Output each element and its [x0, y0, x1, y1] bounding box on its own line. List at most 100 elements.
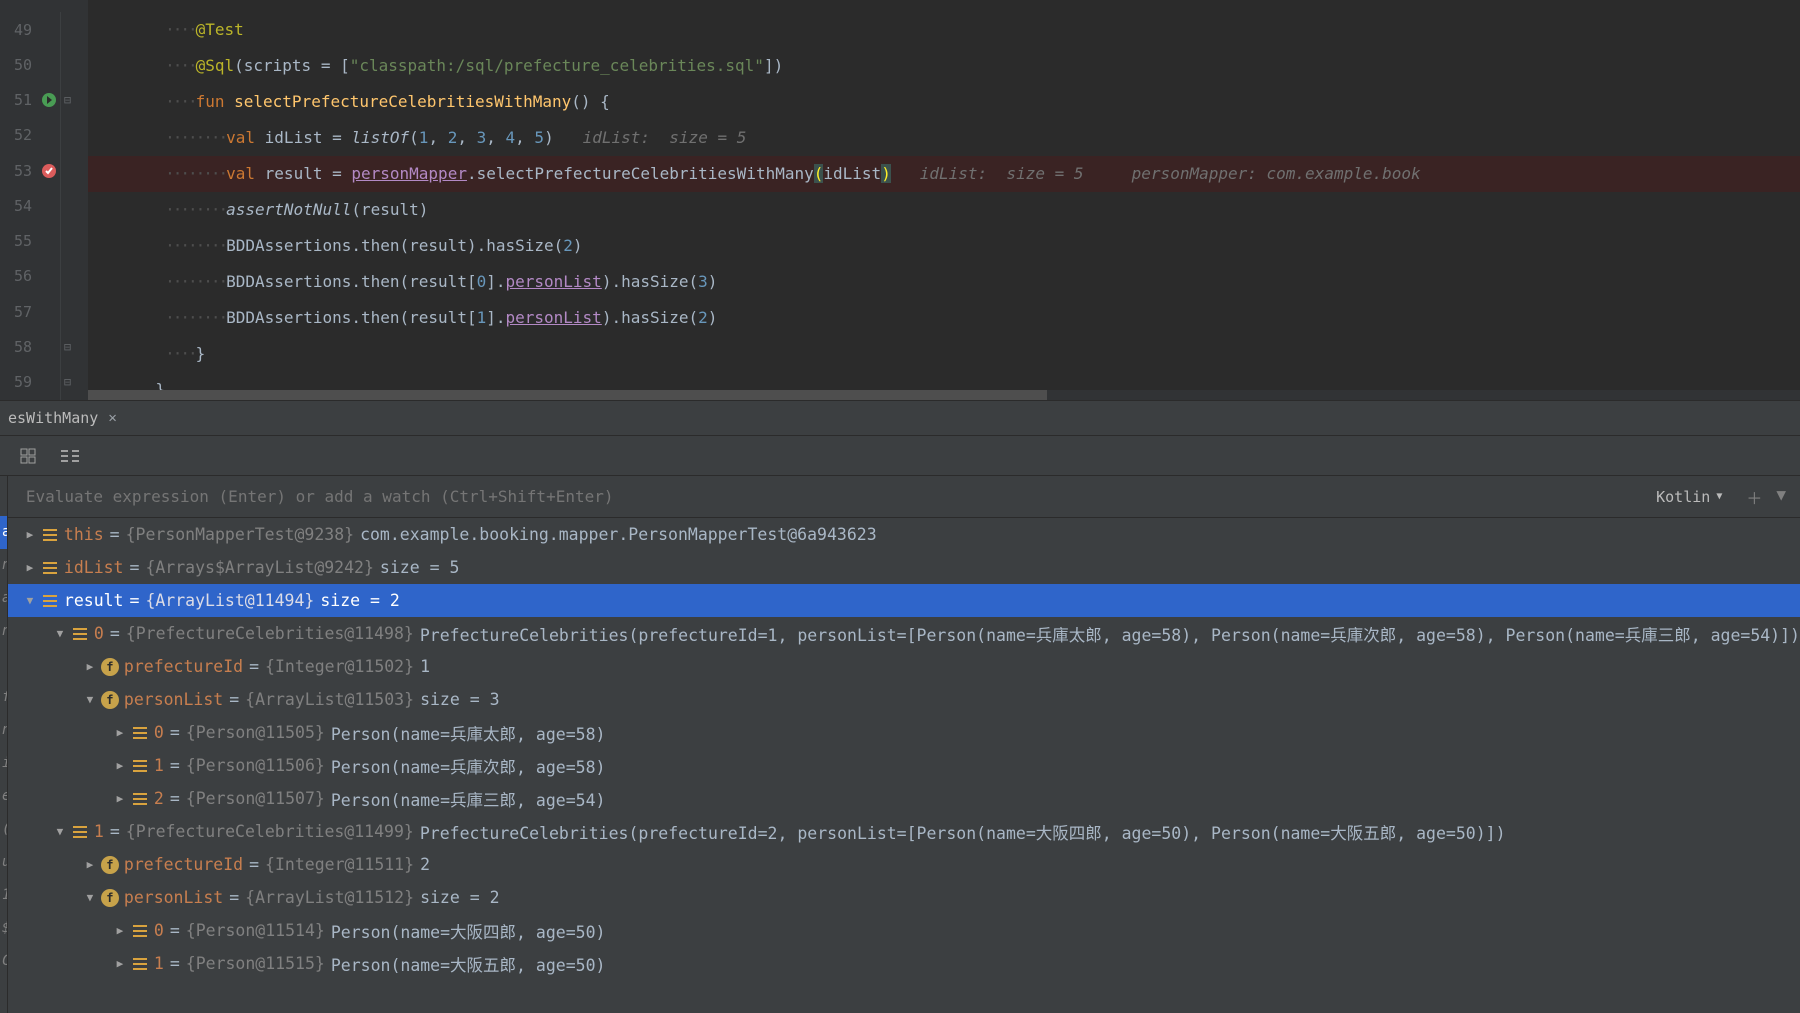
fold-icon[interactable]: ⊟ [64, 375, 71, 389]
language-selector[interactable]: Kotlin ▼ [1646, 488, 1732, 506]
gutter-row[interactable]: 53 [0, 153, 88, 188]
debug-tab[interactable]: esWithMany ✕ [0, 401, 129, 435]
code-line[interactable]: ····fun selectPrefectureCelebritiesWithM… [88, 84, 1800, 120]
frames-pane[interactable]: ▾ ▾ apperTnal.refleal.reflenternal.form.… [0, 476, 7, 1013]
close-icon[interactable]: ✕ [108, 410, 116, 426]
variables-tree[interactable]: ▶this = {PersonMapperTest@9238} com.exam… [8, 518, 1800, 1013]
editor-gutter: 495051⊟52535455565758⊟59⊟ [0, 0, 88, 400]
stack-frame[interactable]: unit.jup [0, 846, 7, 879]
grid-view-icon[interactable] [18, 446, 38, 466]
variables-pane: Evaluate expression (Enter) or add a wat… [7, 476, 1800, 1013]
thread-view-icon[interactable] [60, 446, 80, 466]
line-number: 58 [4, 338, 32, 356]
add-watch-icon[interactable]: ＋ [1746, 485, 1762, 509]
editor-horizontal-scrollbar[interactable] [88, 390, 1800, 400]
code-editor[interactable]: 495051⊟52535455565758⊟59⊟ ····@Test ····… [0, 0, 1800, 400]
variable-row[interactable]: ▶0 = {Person@11505} Person(name=兵庫太郎, ag… [8, 716, 1800, 749]
stack-frame[interactable]: ingInvo [0, 747, 7, 780]
stack-frame[interactable]: al.refle [0, 582, 7, 615]
stack-frame[interactable]: (org.jun [0, 813, 7, 846]
variable-type: {Arrays$ArrayList@9242} [145, 558, 373, 577]
stack-frame[interactable]: form.co [0, 681, 7, 714]
gutter-row[interactable]: 49 [0, 12, 88, 47]
gutter-row[interactable]: 59⊟ [0, 365, 88, 400]
line-number: 49 [4, 21, 32, 39]
stack-frame[interactable]: 13/0x00 [0, 879, 7, 912]
code-area[interactable]: ····@Test ····@Sql(scripts = ["classpath… [88, 0, 1800, 400]
variable-row[interactable]: ▶this = {PersonMapperTest@9238} com.exam… [8, 518, 1800, 551]
object-icon [130, 756, 150, 776]
gutter-row[interactable]: 58 ⊟ [0, 329, 88, 364]
variable-value: size = 2 [420, 888, 499, 907]
variable-row[interactable]: ▶1 = {Person@11515} Person(name=大阪五郎, ag… [8, 947, 1800, 980]
gutter-row[interactable]: 50 [0, 47, 88, 82]
line-number: 52 [4, 126, 32, 144]
variable-row[interactable]: ▼0 = {PrefectureCelebrities@11498} Prefe… [8, 617, 1800, 650]
code-line[interactable]: ········assertNotNull(result) [88, 192, 1800, 228]
variable-value: Person(name=兵庫次郎, age=58) [331, 754, 606, 778]
variable-name: personList [124, 690, 223, 709]
expand-icon[interactable]: ▶ [110, 792, 130, 805]
expand-icon[interactable]: ▶ [20, 561, 40, 574]
evaluate-expression-input[interactable]: Evaluate expression (Enter) or add a wat… [8, 487, 1646, 506]
variable-type: {ArrayList@11512} [245, 888, 414, 907]
chevron-down-icon[interactable]: ▼ [1776, 485, 1786, 509]
stack-frame[interactable]: engine [0, 780, 7, 813]
stack-frame[interactable] [0, 648, 7, 681]
scrollbar-thumb[interactable] [88, 390, 1047, 400]
fold-icon[interactable]: ⊟ [64, 93, 71, 107]
variable-value: 2 [420, 855, 430, 874]
gutter-row[interactable]: 57 [0, 294, 88, 329]
expand-icon[interactable]: ▼ [20, 594, 40, 607]
variable-row[interactable]: ▶idList = {Arrays$ArrayList@9242} size =… [8, 551, 1800, 584]
variable-row[interactable]: ▶fprefectureId = {Integer@11511} 2 [8, 848, 1800, 881]
expand-icon[interactable]: ▶ [20, 528, 40, 541]
variable-value: com.example.booking.mapper.PersonMapperT… [360, 525, 877, 544]
gutter-row[interactable]: 54 [0, 188, 88, 223]
variable-row[interactable]: ▶2 = {Person@11507} Person(name=兵庫三郎, ag… [8, 782, 1800, 815]
expand-icon[interactable]: ▼ [50, 825, 70, 838]
expand-icon[interactable]: ▶ [110, 924, 130, 937]
code-line[interactable]: ········val result = personMapper.select… [88, 156, 1800, 192]
expand-icon[interactable]: ▶ [110, 957, 130, 970]
field-icon: f [100, 657, 120, 677]
stack-frame[interactable]: apperT [0, 516, 7, 549]
expand-icon[interactable]: ▶ [110, 726, 130, 739]
variable-value: size = 3 [420, 690, 499, 709]
variable-row[interactable]: ▼fpersonList = {ArrayList@11503} size = … [8, 683, 1800, 716]
gutter-row[interactable]: 55 [0, 224, 88, 259]
gutter-row[interactable]: 52 [0, 118, 88, 153]
stack-frame[interactable]: $Reflec [0, 912, 7, 945]
variable-row[interactable]: ▼result = {ArrayList@11494} size = 2 [8, 584, 1800, 617]
variable-row[interactable]: ▶1 = {Person@11506} Person(name=兵庫次郎, ag… [8, 749, 1800, 782]
code-line[interactable]: ········BDDAssertions.then(result[1].per… [88, 300, 1800, 336]
gutter-row[interactable]: 51 ⊟ [0, 83, 88, 118]
stack-frame[interactable]: Call$$I [0, 945, 7, 978]
expand-icon[interactable]: ▼ [80, 693, 100, 706]
code-line[interactable]: ········BDDAssertions.then(result[0].per… [88, 264, 1800, 300]
expand-icon[interactable]: ▼ [80, 891, 100, 904]
object-icon [130, 921, 150, 941]
expand-icon[interactable]: ▶ [80, 858, 100, 871]
variable-row[interactable]: ▶0 = {Person@11514} Person(name=大阪四郎, ag… [8, 914, 1800, 947]
code-line[interactable]: ········val idList = listOf(1, 2, 3, 4, … [88, 120, 1800, 156]
breakpoint-icon[interactable] [38, 160, 60, 182]
run-test-icon[interactable] [38, 89, 60, 111]
variable-row[interactable]: ▼1 = {PrefectureCelebrities@11499} Prefe… [8, 815, 1800, 848]
stack-frame[interactable]: nternal. [0, 615, 7, 648]
code-line[interactable]: ····@Test [88, 12, 1800, 48]
variable-row[interactable]: ▶fprefectureId = {Integer@11502} 1 [8, 650, 1800, 683]
gutter-row[interactable]: 56 [0, 259, 88, 294]
expand-icon[interactable]: ▼ [50, 627, 70, 640]
stack-frame[interactable]: ngine.e [0, 714, 7, 747]
code-line[interactable]: ········BDDAssertions.then(result).hasSi… [88, 228, 1800, 264]
stack-frame[interactable]: nal.refle [0, 549, 7, 582]
code-line[interactable]: ····@Sql(scripts = ["classpath:/sql/pref… [88, 48, 1800, 84]
line-number: 57 [4, 303, 32, 321]
line-number: 51 [4, 91, 32, 109]
variable-row[interactable]: ▼fpersonList = {ArrayList@11512} size = … [8, 881, 1800, 914]
expand-icon[interactable]: ▶ [110, 759, 130, 772]
expand-icon[interactable]: ▶ [80, 660, 100, 673]
code-line[interactable]: ····} [88, 336, 1800, 372]
fold-icon[interactable]: ⊟ [64, 340, 71, 354]
